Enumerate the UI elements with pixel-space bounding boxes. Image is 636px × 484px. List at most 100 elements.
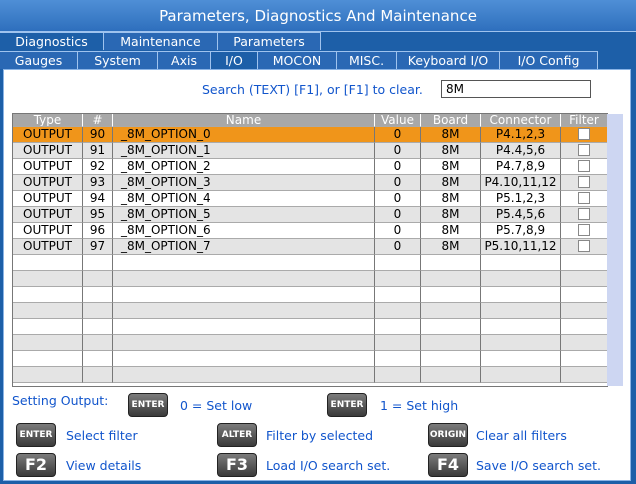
f4-key[interactable]: F4 [428, 453, 468, 477]
table-row[interactable]: OUTPUT 91 _8M_OPTION_1 0 8M P4.4,5,6 [13, 143, 607, 159]
filter-checkbox[interactable] [578, 191, 590, 204]
tab-axis[interactable]: Axis [158, 51, 211, 69]
enter-key-low[interactable]: ENTER [128, 393, 168, 417]
table-body: OUTPUT 90 _8M_OPTION_0 0 8M P4.1,2,3 OUTPUT 91 _… [13, 127, 607, 383]
tab-diagnostics[interactable]: Diagnostics [0, 32, 104, 50]
cell-board: 8M [421, 239, 481, 255]
table-scrollbar[interactable] [607, 114, 623, 386]
empty-cell [13, 351, 83, 367]
header-board[interactable]: Board [421, 114, 481, 127]
filter-checkbox[interactable] [578, 175, 590, 188]
header-value[interactable]: Value [375, 114, 421, 127]
filter-checkbox[interactable] [578, 143, 590, 156]
cell-value: 0 [375, 175, 421, 191]
empty-cell [13, 367, 83, 383]
empty-cell [481, 255, 561, 271]
cell-name: _8M_OPTION_1 [113, 143, 375, 159]
cell-filter [561, 159, 607, 175]
empty-cell [561, 351, 607, 367]
cell-type: OUTPUT [13, 127, 83, 143]
cell-type: OUTPUT [13, 143, 83, 159]
empty-cell [83, 287, 113, 303]
cell-connector: P4.4,5,6 [481, 143, 561, 159]
table-row[interactable]: OUTPUT 97 _8M_OPTION_7 0 8M P5.10,11,12 [13, 239, 607, 255]
table-row[interactable]: OUTPUT 92 _8M_OPTION_2 0 8M P4.7,8,9 [13, 159, 607, 175]
tab-maintenance[interactable]: Maintenance [104, 32, 218, 50]
filter-checkbox[interactable] [578, 207, 590, 220]
tab-io-config[interactable]: I/O Config [500, 51, 598, 69]
empty-cell [83, 255, 113, 271]
setting-output-label: Setting Output: [12, 393, 109, 408]
filter-checkbox[interactable] [578, 223, 590, 236]
enter-key-filter[interactable]: ENTER [16, 423, 56, 447]
tab-system[interactable]: System [78, 51, 158, 69]
io-panel: Search (TEXT) [F1], or [F1] to clear. Ty… [3, 69, 631, 481]
empty-cell [561, 335, 607, 351]
header-number[interactable]: # [83, 114, 113, 127]
empty-cell [481, 367, 561, 383]
origin-key[interactable]: ORIGIN [428, 423, 468, 447]
cell-name: _8M_OPTION_7 [113, 239, 375, 255]
empty-table-row [13, 303, 607, 319]
cell-type: OUTPUT [13, 207, 83, 223]
empty-cell [375, 255, 421, 271]
empty-cell [13, 271, 83, 287]
cell-board: 8M [421, 127, 481, 143]
cell-num: 94 [83, 191, 113, 207]
empty-cell [375, 367, 421, 383]
table-row[interactable]: OUTPUT 95 _8M_OPTION_5 0 8M P5.4,5,6 [13, 207, 607, 223]
filter-checkbox[interactable] [578, 159, 590, 172]
tab-keyboard-io[interactable]: Keyboard I/O [397, 51, 500, 69]
empty-cell [481, 319, 561, 335]
header-name[interactable]: Name [113, 114, 375, 127]
cell-value: 0 [375, 159, 421, 175]
f2-key[interactable]: F2 [16, 453, 56, 477]
cell-value: 0 [375, 191, 421, 207]
empty-cell [83, 367, 113, 383]
search-input[interactable] [441, 80, 591, 98]
set-low-label: 0 = Set low [180, 398, 253, 413]
cell-filter [561, 143, 607, 159]
empty-cell [561, 287, 607, 303]
empty-cell [421, 367, 481, 383]
cell-type: OUTPUT [13, 239, 83, 255]
empty-cell [375, 271, 421, 287]
cell-name: _8M_OPTION_2 [113, 159, 375, 175]
tab-parameters[interactable]: Parameters [218, 32, 321, 50]
empty-table-row [13, 351, 607, 367]
header-filter[interactable]: Filter [561, 114, 607, 127]
table-row[interactable]: OUTPUT 96 _8M_OPTION_6 0 8M P5.7,8,9 [13, 223, 607, 239]
cell-connector: P5.10,11,12 [481, 239, 561, 255]
main-tab-bar: Diagnostics Maintenance Parameters [0, 32, 321, 50]
enter-key-high[interactable]: ENTER [327, 393, 367, 417]
tab-io[interactable]: I/O [211, 51, 258, 69]
cell-connector: P4.7,8,9 [481, 159, 561, 175]
cell-filter [561, 223, 607, 239]
header-type[interactable]: Type [13, 114, 83, 127]
cell-num: 90 [83, 127, 113, 143]
empty-cell [113, 335, 375, 351]
empty-cell [113, 351, 375, 367]
f3-key[interactable]: F3 [217, 453, 257, 477]
filter-checkbox[interactable] [578, 127, 590, 140]
table-row[interactable]: OUTPUT 90 _8M_OPTION_0 0 8M P4.1,2,3 [13, 127, 607, 143]
empty-table-row [13, 335, 607, 351]
empty-cell [561, 303, 607, 319]
table-header: Type # Name Value Board Connector Filter [13, 114, 607, 127]
empty-cell [481, 335, 561, 351]
header-connector[interactable]: Connector [481, 114, 561, 127]
cell-num: 93 [83, 175, 113, 191]
empty-cell [421, 287, 481, 303]
empty-cell [421, 303, 481, 319]
filter-checkbox[interactable] [578, 239, 590, 252]
cell-filter [561, 239, 607, 255]
table-row[interactable]: OUTPUT 93 _8M_OPTION_3 0 8M P4.10,11,12 [13, 175, 607, 191]
alter-key[interactable]: ALTER [217, 423, 257, 447]
tab-misc[interactable]: MISC. [337, 51, 397, 69]
empty-cell [561, 271, 607, 287]
cell-filter [561, 175, 607, 191]
tab-mocon[interactable]: MOCON [258, 51, 337, 69]
table-row[interactable]: OUTPUT 94 _8M_OPTION_4 0 8M P5.1,2,3 [13, 191, 607, 207]
tab-gauges[interactable]: Gauges [0, 51, 78, 69]
empty-cell [113, 255, 375, 271]
